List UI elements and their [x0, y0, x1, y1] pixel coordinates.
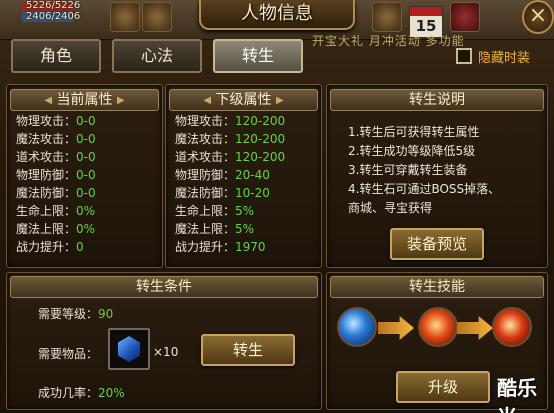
upgrade-button[interactable]: 升级 — [396, 371, 490, 403]
current-attrs-header: ◀ 当前属性 ▶ — [10, 89, 159, 111]
watermark: 酷乐米 — [497, 376, 537, 413]
rebirth-conditions-title: 转生条件 — [136, 279, 192, 295]
equipment-preview-button[interactable]: 装备预览 — [390, 228, 484, 260]
required-item-quantity: ×10 — [153, 345, 179, 359]
current-attr-row: 生命上限：0% — [16, 204, 96, 218]
rebirth-button[interactable]: 转生 — [201, 334, 295, 366]
equipment-preview-label: 装备预览 — [406, 235, 467, 253]
tab-character[interactable]: 角色 — [11, 39, 101, 73]
current-attr-row: 物理防御：0-0 — [16, 168, 96, 182]
treasure-chest-icon[interactable] — [372, 2, 402, 32]
rebirth-stone-icon — [118, 336, 140, 362]
rebirth-info-line: 1.转生后可获得转生属性 — [348, 125, 480, 139]
ice-skill-icon[interactable] — [337, 307, 377, 347]
gift-icon[interactable] — [142, 2, 172, 32]
next-attr-row: 道术攻击：120-200 — [175, 150, 286, 164]
hp-mp-readout: 5226/5226 2406/2406 — [26, 0, 80, 22]
rebirth-button-label: 转生 — [232, 341, 263, 359]
next-attr-row: 魔法防御：10-20 — [175, 186, 270, 200]
rebirth-info-title: 转生说明 — [409, 92, 465, 108]
current-attr-row: 魔法上限：0% — [16, 222, 96, 236]
current-attr-row: 物理攻击：0-0 — [16, 114, 96, 128]
rebirth-skills-header: 转生技能 — [330, 276, 544, 298]
tab-character-label: 角色 — [39, 46, 72, 65]
rebirth-info-text: 1.转生后可获得转生属性 2.转生成功等级降低5级 3.转生可穿戴转生装备 4.… — [348, 123, 516, 218]
flame-skill-icon[interactable] — [492, 307, 532, 347]
tab-rebirth[interactable]: 转生 — [213, 39, 303, 73]
character-window: { "hud": {"hp": "5226/5226", "mp": "2406… — [0, 0, 554, 413]
hide-fashion-checkbox[interactable] — [456, 48, 472, 64]
next-attr-row: 战力提升：1970 — [175, 240, 266, 254]
next-attr-row: 生命上限：5% — [175, 204, 255, 218]
rebirth-skills-title: 转生技能 — [409, 279, 465, 295]
close-button[interactable]: × — [522, 0, 554, 34]
current-attr-row: 魔法防御：0-0 — [16, 186, 96, 200]
next-attrs-header: ◀ 下级属性 ▶ — [169, 89, 318, 111]
next-attr-row: 魔法上限：5% — [175, 222, 255, 236]
tab-mind-method[interactable]: 心法 — [112, 39, 202, 73]
hide-fashion-label: 隐藏时装 — [478, 51, 531, 66]
current-attr-row: 魔法攻击：0-0 — [16, 132, 96, 146]
required-level: 需要等级：90 — [38, 307, 114, 321]
next-attr-row: 物理防御：20-40 — [175, 168, 270, 182]
mp-text: 2406/2406 — [26, 11, 81, 22]
tab-rebirth-label: 转生 — [241, 46, 274, 65]
success-rate: 成功几率：20% — [38, 386, 125, 400]
rebirth-info-line: 3.转生可穿戴转生装备 — [348, 163, 468, 177]
window-title-plate: 人物信息 — [199, 0, 355, 30]
next-attrs-title: 下级属性 — [215, 92, 272, 108]
rebirth-info-header: 转生说明 — [330, 89, 544, 111]
hp-text: 5226/5226 — [26, 0, 81, 11]
window-title: 人物信息 — [241, 3, 313, 24]
required-item-slot[interactable] — [108, 328, 150, 370]
event-flag-icon[interactable] — [450, 2, 480, 32]
rebirth-info-line: 商城、寻宝获得 — [348, 201, 433, 215]
rebirth-info-line: 4.转生石可通过BOSS掉落、 — [348, 182, 501, 196]
rebirth-conditions-header: 转生条件 — [10, 276, 318, 298]
current-attr-row: 道术攻击：0-0 — [16, 150, 96, 164]
rebirth-info-line: 2.转生成功等级降低5级 — [348, 144, 476, 158]
activity-icon[interactable] — [110, 2, 140, 32]
next-attr-row: 物理攻击：120-200 — [175, 114, 286, 128]
required-item-label: 需要物品： — [38, 347, 99, 361]
current-attr-row: 战力提升：0 — [16, 240, 84, 254]
fire-skill-icon[interactable] — [418, 307, 458, 347]
upgrade-button-label: 升级 — [427, 378, 458, 396]
current-attrs-title: 当前属性 — [56, 92, 113, 108]
next-attr-row: 魔法攻击：120-200 — [175, 132, 286, 146]
activity-banner-text: 开宝大礼 月冲活动 多功能 — [312, 34, 465, 48]
tab-mind-method-label: 心法 — [140, 46, 173, 65]
close-icon: × — [528, 3, 548, 28]
